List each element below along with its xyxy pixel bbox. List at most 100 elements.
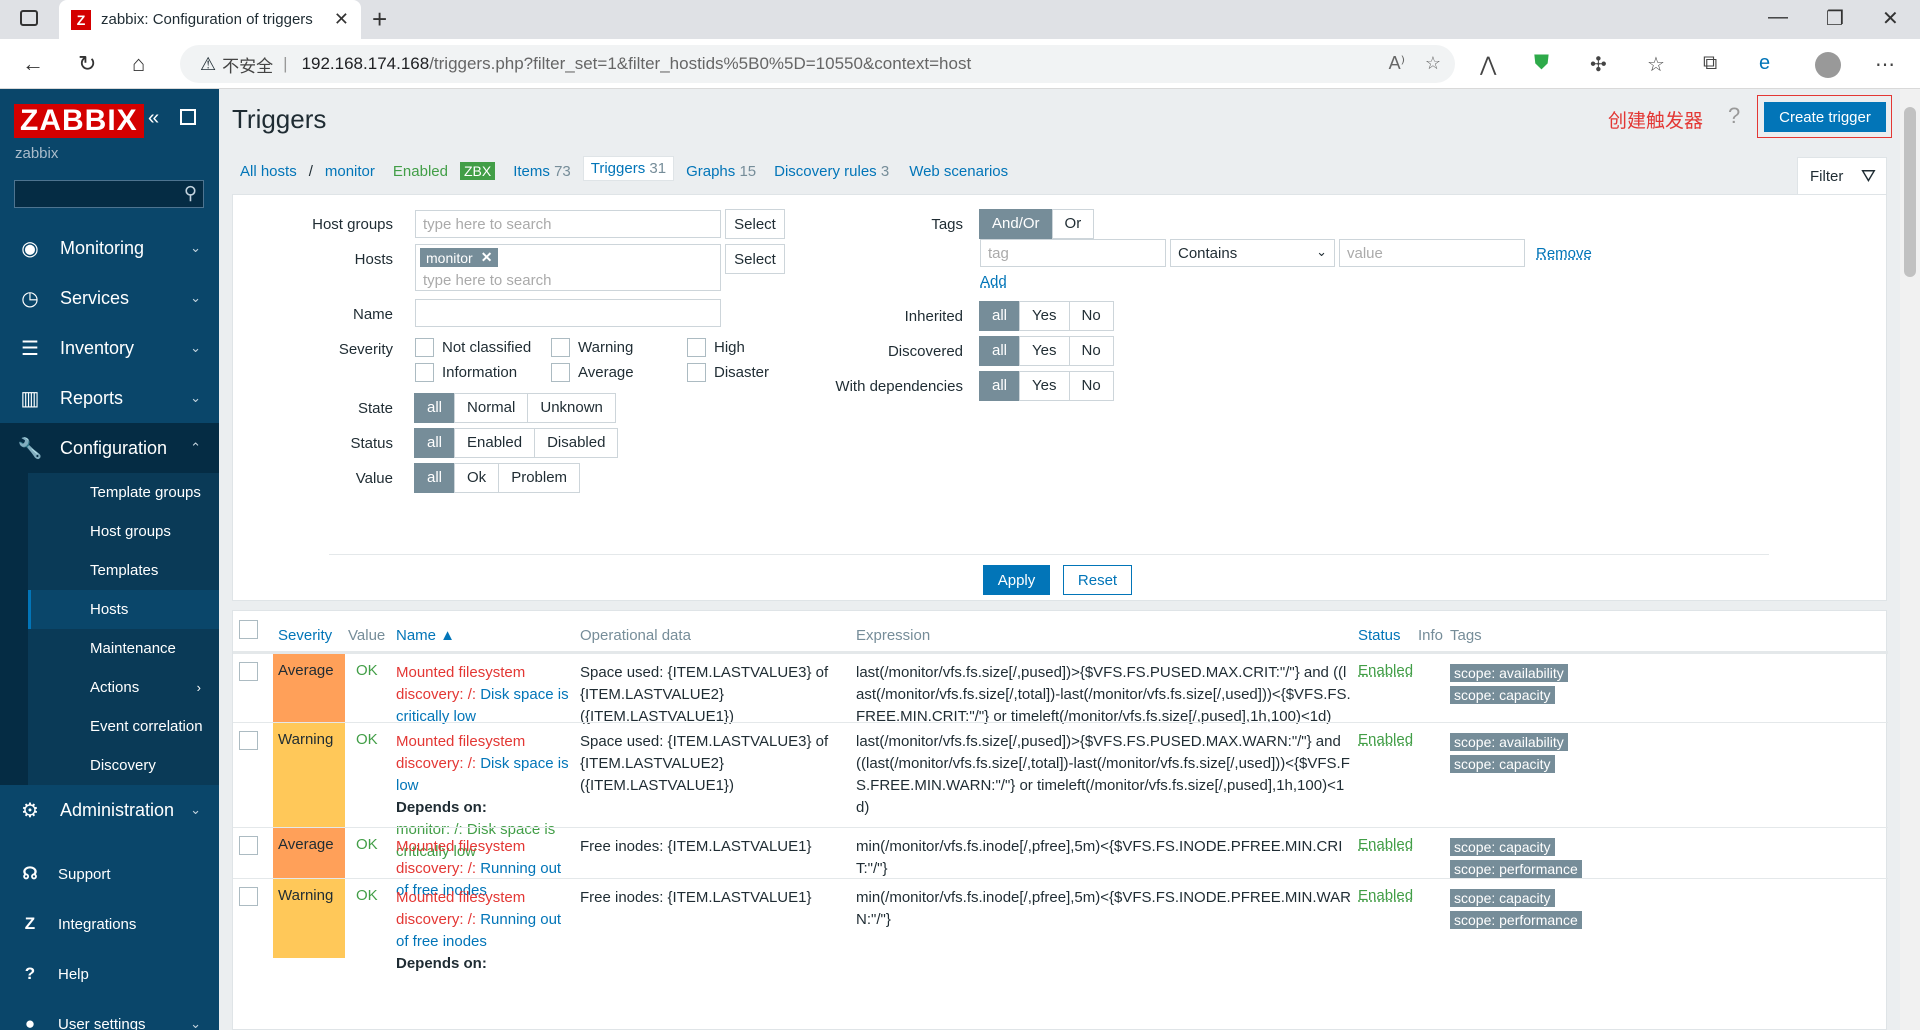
collections-icon[interactable]: ⧉	[1703, 52, 1717, 75]
window-menu-icon[interactable]	[20, 10, 38, 26]
menu-user-settings[interactable]: ● User settings ⌄	[0, 999, 219, 1030]
severity-average-checkbox[interactable]: Average	[551, 363, 634, 382]
submenu-template-groups[interactable]: Template groups	[28, 473, 219, 512]
tag-operator-select[interactable]: Contains ⌄	[1170, 239, 1335, 267]
puzzle-icon[interactable]: ✣	[1590, 52, 1607, 77]
menu-monitoring[interactable]: ◉ Monitoring ⌄	[0, 223, 219, 273]
submenu-host-groups[interactable]: Host groups	[28, 512, 219, 551]
menu-help[interactable]: ? Help	[0, 949, 219, 999]
tags-and-or[interactable]: And/Or	[979, 209, 1053, 239]
status-disabled[interactable]: Disabled	[534, 428, 619, 458]
discovery-rules-link[interactable]: Discovery rules 3	[774, 163, 889, 180]
row-checkbox[interactable]	[239, 731, 258, 750]
inherited-all[interactable]: all	[979, 301, 1021, 331]
tag-input[interactable]: tag	[980, 239, 1166, 267]
remove-chip-icon[interactable]: ✕	[481, 249, 493, 266]
submenu-hosts[interactable]: Hosts	[28, 590, 219, 629]
menu-inventory[interactable]: ☰ Inventory ⌄	[0, 323, 219, 373]
status-enabled[interactable]: Enabled	[454, 428, 536, 458]
page-scrollbar[interactable]	[1900, 89, 1920, 1030]
host-link[interactable]: monitor	[325, 163, 375, 180]
hosts-input[interactable]: monitor ✕ type here to search	[415, 244, 721, 291]
remove-tag-link[interactable]: Remove	[1536, 245, 1592, 262]
menu-integrations[interactable]: Z Integrations	[0, 899, 219, 949]
status-link[interactable]: Enabled	[1358, 731, 1413, 748]
submenu-event-correlation[interactable]: Event correlation	[28, 707, 219, 746]
filter-tab[interactable]: Filter ⛛	[1797, 157, 1887, 195]
hosts-select-button[interactable]: Select	[725, 244, 785, 274]
add-tag-link[interactable]: Add	[980, 273, 1007, 290]
menu-configuration[interactable]: 🔧 Configuration ⌃	[0, 423, 219, 473]
graphs-link[interactable]: Graphs 15	[686, 163, 756, 180]
favorites-icon[interactable]: ☆	[1647, 52, 1665, 77]
discovered-no[interactable]: No	[1068, 336, 1114, 366]
severity-disaster-checkbox[interactable]: Disaster	[687, 363, 769, 382]
help-icon[interactable]: ?	[1728, 103, 1740, 129]
tag-badge[interactable]: scope: capacity	[1450, 889, 1555, 907]
state-normal[interactable]: Normal	[454, 393, 529, 423]
reset-button[interactable]: Reset	[1063, 565, 1132, 595]
apply-button[interactable]: Apply	[983, 565, 1050, 595]
back-icon[interactable]: ←	[22, 51, 44, 77]
host-groups-input[interactable]: type here to search	[415, 210, 721, 238]
severity-not-classified-checkbox[interactable]: Not classified	[415, 338, 531, 357]
edge-icon[interactable]: e	[1759, 52, 1770, 75]
minimize-icon[interactable]: —	[1768, 6, 1788, 29]
profile-avatar[interactable]	[1815, 52, 1841, 78]
submenu-discovery[interactable]: Discovery	[28, 746, 219, 785]
value-all[interactable]: all	[414, 463, 456, 493]
submenu-maintenance[interactable]: Maintenance	[28, 629, 219, 668]
state-all[interactable]: all	[414, 393, 456, 423]
status-link[interactable]: Enabled	[1358, 836, 1413, 853]
inherited-yes[interactable]: Yes	[1019, 301, 1070, 331]
submenu-templates[interactable]: Templates	[28, 551, 219, 590]
status-all[interactable]: all	[414, 428, 456, 458]
col-name[interactable]: Name ▲	[396, 627, 455, 644]
status-link[interactable]: Enabled	[1358, 887, 1413, 904]
menu-services[interactable]: ◷ Services ⌄	[0, 273, 219, 323]
scrollbar-thumb[interactable]	[1904, 107, 1916, 277]
tag-badge[interactable]: scope: availability	[1450, 733, 1568, 751]
select-all-checkbox[interactable]	[239, 620, 258, 639]
new-tab-icon[interactable]: +	[372, 4, 387, 35]
inherited-no[interactable]: No	[1068, 301, 1114, 331]
close-tab-icon[interactable]: ✕	[334, 9, 349, 30]
create-trigger-button[interactable]: Create trigger	[1764, 102, 1886, 132]
web-scenarios-link[interactable]: Web scenarios	[909, 163, 1008, 180]
close-window-icon[interactable]: ✕	[1882, 6, 1899, 31]
row-checkbox[interactable]	[239, 662, 258, 681]
submenu-actions[interactable]: Actions ›	[28, 668, 219, 707]
menu-support[interactable]: ☊ Support	[0, 849, 219, 899]
discovered-all[interactable]: all	[979, 336, 1021, 366]
read-aloud-icon[interactable]: A⁾	[1389, 53, 1405, 74]
row-checkbox[interactable]	[239, 887, 258, 906]
name-input[interactable]	[415, 299, 721, 327]
status-link[interactable]: Enabled	[1358, 662, 1413, 679]
refresh-icon[interactable]: ↻	[78, 51, 96, 77]
severity-warning-checkbox[interactable]: Warning	[551, 338, 633, 357]
menu-administration[interactable]: ⚙ Administration ⌄	[0, 785, 219, 835]
restore-icon[interactable]: ❐	[1826, 6, 1844, 31]
all-hosts-link[interactable]: All hosts	[240, 163, 297, 180]
home-icon[interactable]: ⌂	[132, 51, 145, 77]
collapse-sidebar-icon[interactable]: «	[148, 107, 159, 130]
menu-reports[interactable]: ▥ Reports ⌄	[0, 373, 219, 423]
tag-badge[interactable]: scope: performance	[1450, 860, 1582, 878]
kiosk-mode-icon[interactable]	[180, 109, 196, 125]
discovered-yes[interactable]: Yes	[1019, 336, 1070, 366]
state-unknown[interactable]: Unknown	[527, 393, 616, 423]
tag-badge[interactable]: scope: capacity	[1450, 755, 1555, 773]
search-icon[interactable]: ⚲	[184, 183, 197, 204]
sidebar-search-input[interactable]: ⚲	[14, 180, 204, 208]
favorite-add-icon[interactable]: ☆	[1425, 53, 1441, 74]
severity-information-checkbox[interactable]: Information	[415, 363, 517, 382]
tag-badge[interactable]: scope: availability	[1450, 664, 1568, 682]
tag-badge[interactable]: scope: capacity	[1450, 686, 1555, 704]
col-severity[interactable]: Severity	[278, 627, 332, 644]
items-link[interactable]: Items 73	[513, 163, 571, 180]
address-bar[interactable]: ⚠ 不安全 | 192.168.174.168 /triggers.php?fi…	[180, 45, 1455, 83]
tag-badge[interactable]: scope: performance	[1450, 911, 1582, 929]
browser-tab[interactable]: Z zabbix: Configuration of triggers ✕	[59, 0, 361, 39]
triggers-tab[interactable]: Triggers 31	[582, 155, 675, 181]
tags-or[interactable]: Or	[1051, 209, 1095, 239]
